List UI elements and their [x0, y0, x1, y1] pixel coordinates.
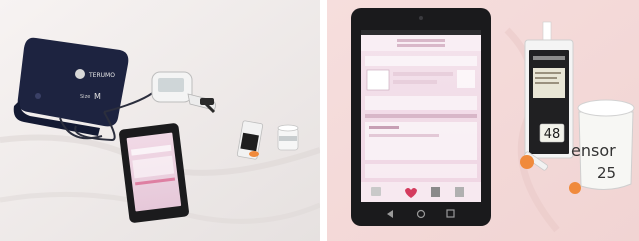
tablet-device: [351, 8, 491, 226]
cuff-brand: TERUMO: [88, 72, 115, 79]
right-photo: 48 ensor 25: [327, 0, 639, 241]
sensor-container: ensor 25: [571, 99, 635, 190]
cuff-size-prefix: Size: [80, 94, 90, 100]
lancet-tip: [569, 182, 581, 194]
container-lid: [577, 99, 635, 117]
meter-screen: [240, 132, 259, 152]
nav-edit-icon: [455, 187, 464, 197]
front-camera: [419, 16, 423, 20]
meter-reading: 48: [544, 127, 561, 142]
left-photo-scene: TERUMO Size M: [0, 0, 320, 241]
test-strip-container: [277, 124, 299, 151]
sensor-label: ensor: [571, 141, 616, 160]
cuff-size: M: [94, 92, 101, 101]
nav-home-icon: [371, 187, 381, 196]
left-photo: TERUMO Size M: [0, 0, 320, 241]
sensor-count: 25: [597, 164, 616, 182]
lancet-cap: [520, 155, 534, 169]
right-photo-scene: 48 ensor 25: [327, 0, 639, 241]
monitor-display: [158, 78, 184, 92]
cuff-button: [35, 93, 41, 99]
nav-device-icon: [431, 187, 440, 197]
tablet-device: [119, 123, 189, 223]
glucose-meter: 48: [524, 21, 574, 159]
cuff-logo-icon: [75, 69, 85, 79]
lancet-device: [249, 151, 259, 157]
